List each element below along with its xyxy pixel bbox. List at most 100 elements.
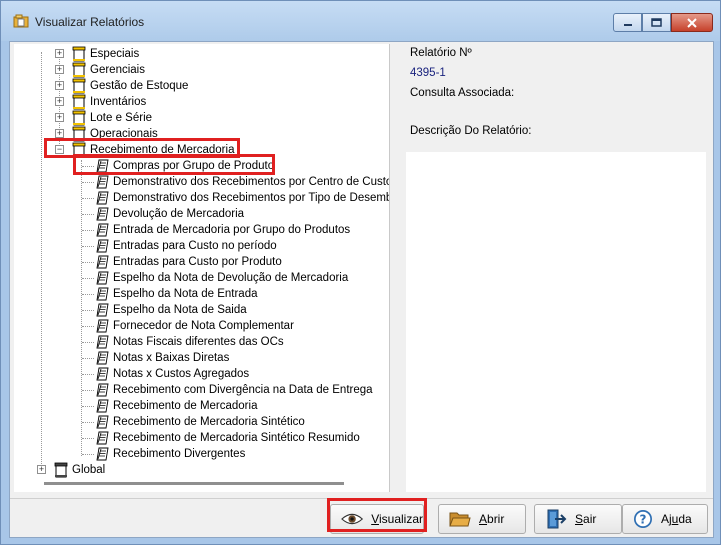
ajuda-button[interactable]: ? Ajuda <box>622 504 708 534</box>
expand-icon[interactable]: + <box>55 129 64 138</box>
report-document-icon <box>96 335 109 349</box>
tree-guide-line <box>82 454 94 455</box>
tree-node-especiais[interactable]: + Especiais <box>14 46 389 62</box>
tree-guide-line <box>82 166 94 167</box>
tree-report-label: Recebimento com Divergência na Data de E… <box>113 384 373 396</box>
tree-report-item[interactable]: Espelho da Nota de Entrada <box>14 286 389 302</box>
report-document-icon <box>96 303 109 317</box>
tree-guide-line <box>82 438 94 439</box>
window-client-area: + Especiais + Gerenciais + Gestão de Est… <box>9 41 714 538</box>
tree-report-item[interactable]: Recebimento de Mercadoria Sintético Resu… <box>14 430 389 446</box>
tree-report-label: Demonstrativo dos Recebimentos por Tipo … <box>113 192 390 204</box>
tree-report-label: Demonstrativo dos Recebimentos por Centr… <box>113 176 390 188</box>
tree-report-label: Notas x Custos Agregados <box>113 368 250 380</box>
report-document-icon <box>96 159 109 173</box>
visualizar-label: Visualizar <box>371 512 423 526</box>
tree-node-global[interactable]: + Global <box>14 462 389 478</box>
tree-report-item[interactable]: Recebimento de Mercadoria <box>14 398 389 414</box>
title-bar[interactable]: Visualizar Relatórios <box>1 1 720 41</box>
expand-icon[interactable]: + <box>55 49 64 58</box>
tree-report-item[interactable]: Recebimento Divergentes <box>14 446 389 462</box>
report-tree[interactable]: + Especiais + Gerenciais + Gestão de Est… <box>14 44 390 492</box>
tree-node-lote-e-serie[interactable]: + Lote e Série <box>14 110 389 126</box>
tree-report-item[interactable]: Demonstrativo dos Recebimentos por Centr… <box>14 174 390 190</box>
tree-guide-line <box>82 214 94 215</box>
tree-node-gerenciais[interactable]: + Gerenciais <box>14 62 389 78</box>
report-group-icon <box>72 110 86 126</box>
sair-button[interactable]: Sair <box>534 504 622 534</box>
tree-node-recebimento-de-mercadoria[interactable]: − Recebimento de Mercadoria <box>14 142 389 158</box>
tree-guide-line <box>82 358 94 359</box>
tree-report-label: Recebimento Divergentes <box>113 448 246 460</box>
tree-node-label: Recebimento de Mercadoria <box>90 144 235 156</box>
report-group-icon <box>72 78 86 94</box>
tree-report-label: Espelho da Nota de Saida <box>113 304 247 316</box>
tree-report-item[interactable]: Devolução de Mercadoria <box>14 206 389 222</box>
query-label: Consulta Associada: <box>410 87 515 99</box>
report-document-icon <box>96 271 109 285</box>
minimize-icon <box>623 23 632 26</box>
report-number-label: Relatório Nº <box>410 47 472 59</box>
expand-icon[interactable]: + <box>55 113 64 122</box>
tree-report-label: Fornecedor de Nota Complementar <box>113 320 294 332</box>
close-button[interactable] <box>671 13 713 32</box>
tree-node-label: Especiais <box>90 48 140 60</box>
tree-report-label: Devolução de Mercadoria <box>113 208 245 220</box>
collapse-icon[interactable]: − <box>55 145 64 154</box>
minimize-button[interactable] <box>613 13 642 32</box>
report-group-icon <box>72 62 86 78</box>
report-document-icon <box>96 207 109 221</box>
abrir-label: Abrir <box>479 512 505 526</box>
tree-report-item[interactable]: Recebimento de Mercadoria Sintético <box>14 414 389 430</box>
report-details-panel: Relatório Nº 4395-1 Consulta Associada: … <box>402 44 711 492</box>
open-folder-icon <box>449 512 471 527</box>
tree-node-gestao-de-estoque[interactable]: + Gestão de Estoque <box>14 78 389 94</box>
report-document-icon <box>96 319 109 333</box>
tree-report-item[interactable]: Entradas para Custo por Produto <box>14 254 389 270</box>
report-group-icon <box>72 46 86 62</box>
ajuda-label: Ajuda <box>661 512 692 526</box>
description-textbox[interactable] <box>406 152 706 492</box>
eye-icon <box>341 513 364 525</box>
help-icon: ? <box>634 510 652 528</box>
expand-icon[interactable]: + <box>55 81 64 90</box>
maximize-icon <box>651 18 662 27</box>
report-viewer-window: Visualizar Relatórios + Especiais + Gere… <box>0 0 721 545</box>
tree-report-label: Espelho da Nota de Devolução de Mercador… <box>113 272 349 284</box>
tree-report-label: Entradas para Custo por Produto <box>113 256 282 268</box>
tree-node-label: Global <box>72 464 106 476</box>
tree-report-item[interactable]: Notas x Custos Agregados <box>14 366 389 382</box>
visualizar-button[interactable]: Visualizar <box>330 504 424 534</box>
tree-guide-line <box>82 342 94 343</box>
tree-report-item[interactable]: Recebimento com Divergência na Data de E… <box>14 382 389 398</box>
tree-report-item[interactable]: Fornecedor de Nota Complementar <box>14 318 389 334</box>
expand-icon[interactable]: + <box>55 97 64 106</box>
report-document-icon <box>96 383 109 397</box>
tree-report-item[interactable]: Espelho da Nota de Saida <box>14 302 389 318</box>
exit-door-icon <box>547 509 567 529</box>
report-document-icon <box>96 191 109 205</box>
tree-report-item[interactable]: Compras por Grupo de Produto <box>14 158 389 174</box>
tree-report-item[interactable]: Entrada de Mercadoria por Grupo do Produ… <box>14 222 389 238</box>
expand-icon[interactable]: + <box>55 65 64 74</box>
abrir-button[interactable]: Abrir <box>438 504 526 534</box>
maximize-button[interactable] <box>642 13 671 32</box>
expand-icon[interactable]: + <box>37 465 46 474</box>
horizontal-scrollbar[interactable] <box>44 482 344 485</box>
tree-guide-line <box>82 198 94 199</box>
button-bar: Visualizar Abrir Sair ? Ajuda <box>10 498 713 537</box>
tree-report-item[interactable]: Notas Fiscais diferentes das OCs <box>14 334 389 350</box>
tree-report-item[interactable]: Demonstrativo dos Recebimentos por Tipo … <box>14 190 390 206</box>
tree-guide-line <box>82 230 94 231</box>
tree-report-item[interactable]: Espelho da Nota de Devolução de Mercador… <box>14 270 389 286</box>
report-document-icon <box>96 367 109 381</box>
tree-report-label: Espelho da Nota de Entrada <box>113 288 258 300</box>
tree-report-item[interactable]: Entradas para Custo no período <box>14 238 389 254</box>
tree-report-label: Recebimento de Mercadoria Sintético <box>113 416 305 428</box>
sair-label: Sair <box>575 512 597 526</box>
tree-node-inventarios[interactable]: + Inventários <box>14 94 389 110</box>
tree-node-operacionais[interactable]: + Operacionais <box>14 126 389 142</box>
tree-report-item[interactable]: Notas x Baixas Diretas <box>14 350 389 366</box>
tree-guide-line <box>82 246 94 247</box>
tree-report-label: Notas x Baixas Diretas <box>113 352 230 364</box>
